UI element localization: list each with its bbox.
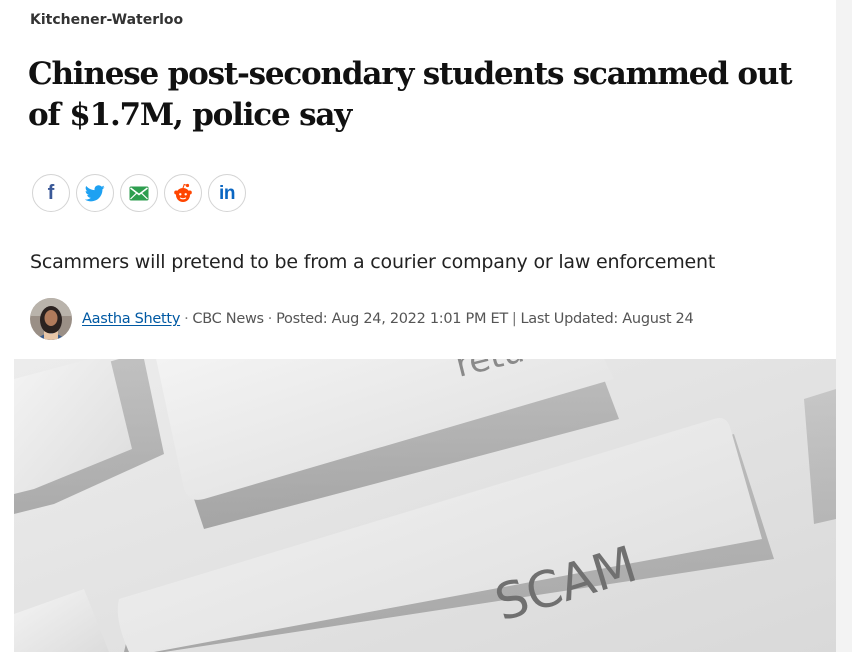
share-linkedin-button[interactable]: in bbox=[208, 174, 246, 212]
byline: Aastha Shetty · CBC News · Posted: Aug 2… bbox=[30, 298, 694, 340]
updated-timestamp: Last Updated: August 24 bbox=[520, 311, 694, 327]
byline-separator: · bbox=[267, 311, 273, 327]
twitter-icon bbox=[85, 184, 105, 201]
section-link[interactable]: Kitchener-Waterloo bbox=[30, 12, 183, 28]
byline-outlet: CBC News bbox=[192, 311, 264, 327]
article-headline: Chinese post-secondary students scammed … bbox=[28, 56, 793, 133]
page-gutter bbox=[836, 0, 852, 652]
byline-separator: · bbox=[184, 311, 189, 327]
byline-divider: | bbox=[511, 311, 517, 327]
share-reddit-button[interactable] bbox=[164, 174, 202, 212]
share-email-button[interactable] bbox=[120, 174, 158, 212]
facebook-icon: f bbox=[47, 182, 55, 204]
author-link[interactable]: Aastha Shetty bbox=[82, 311, 180, 327]
email-icon bbox=[129, 186, 149, 200]
article-deck: Scammers will pretend to be from a couri… bbox=[30, 251, 716, 273]
posted-timestamp: Posted: Aug 24, 2022 1:01 PM ET bbox=[276, 311, 508, 327]
share-facebook-button[interactable]: f bbox=[32, 174, 70, 212]
author-avatar[interactable] bbox=[30, 298, 72, 340]
reddit-icon bbox=[174, 183, 192, 202]
hero-image: retu SCAM bbox=[14, 359, 836, 652]
linkedin-icon: in bbox=[219, 182, 235, 204]
share-bar: f in bbox=[32, 174, 246, 212]
article-page: Kitchener-Waterloo Chinese post-secondar… bbox=[0, 0, 852, 652]
share-twitter-button[interactable] bbox=[76, 174, 114, 212]
